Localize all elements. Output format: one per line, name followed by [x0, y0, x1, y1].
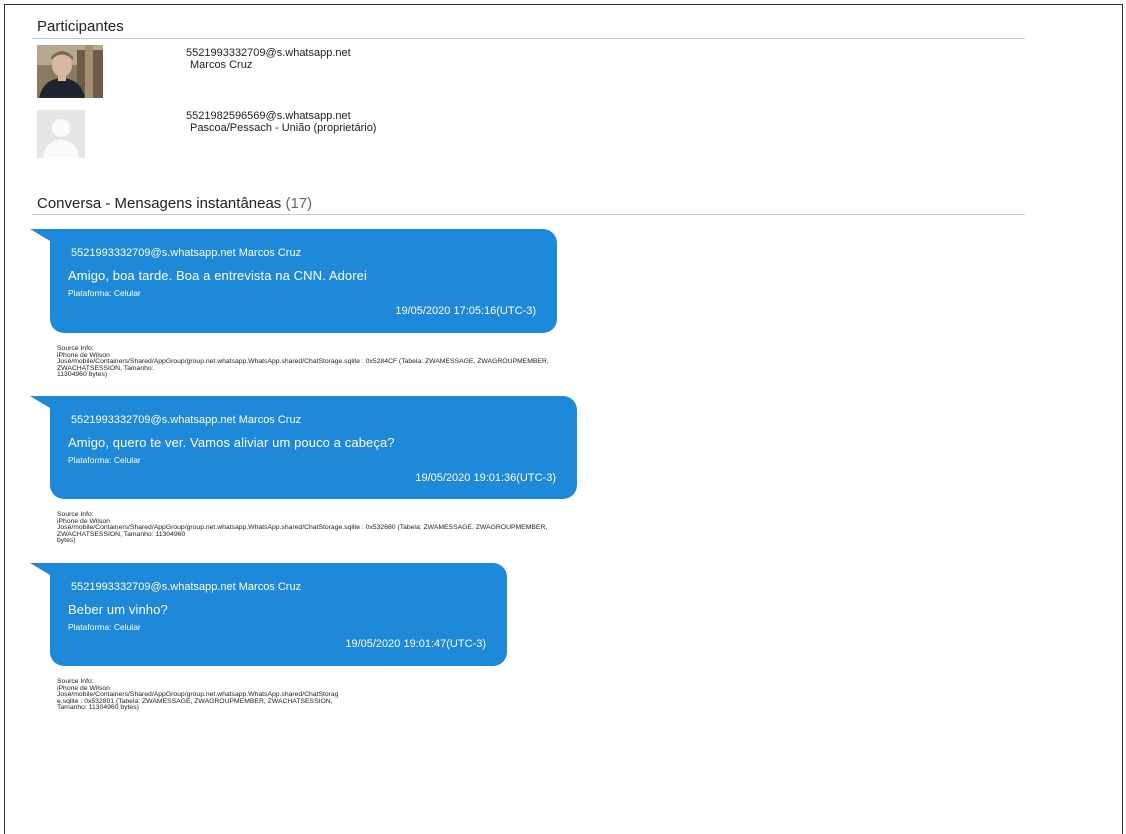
participants-divider [33, 38, 1025, 39]
participant-1-info: 5521993332709@s.whatsapp.net Marcos Cruz [186, 47, 351, 71]
message-sender: 5521993332709@s.whatsapp.net Marcos Cruz [71, 247, 302, 259]
message-bubble: 5521993332709@s.whatsapp.net Marcos Cruz… [30, 229, 557, 333]
message-source-info: Source Info: iPhone de Wilson José/mobil… [57, 678, 339, 712]
bubble-tail [30, 229, 50, 241]
participant-2-name: Pascoa/Pessach - União (proprietário) [190, 122, 377, 134]
message-sender: 5521993332709@s.whatsapp.net Marcos Cruz [71, 414, 302, 426]
message-bubble: 5521993332709@s.whatsapp.net Marcos Cruz… [30, 396, 577, 499]
message-text: Amigo, boa tarde. Boa a entrevista na CN… [68, 268, 368, 283]
participant-2-id: 5521982596569@s.whatsapp.net [186, 110, 351, 122]
message-text: Amigo, quero te ver. Vamos aliviar um po… [68, 435, 395, 450]
participant-1-id: 5521993332709@s.whatsapp.net [186, 47, 351, 59]
participants-title: Participantes [37, 18, 124, 35]
message-platform: Plataforma: Celular [68, 622, 141, 632]
message-sender: 5521993332709@s.whatsapp.net Marcos Cruz [71, 581, 302, 593]
bubble-tail [30, 563, 50, 575]
message-platform: Plataforma: Celular [68, 288, 141, 298]
message-timestamp: 19/05/2020 19:01:47(UTC-3) [345, 638, 486, 650]
message-text: Beber um vinho? [68, 602, 168, 617]
default-user-icon [37, 110, 85, 158]
message-bubble: 5521993332709@s.whatsapp.net Marcos Cruz… [30, 563, 507, 666]
message-platform: Plataforma: Celular [68, 455, 141, 465]
conversation-title-text: Conversa - Mensagens instantâneas [37, 195, 282, 212]
participant-1-name: Marcos Cruz [190, 59, 253, 71]
message-count: (17) [285, 195, 313, 212]
photo-avatar-icon [37, 45, 103, 98]
participant-photo-avatar [37, 45, 103, 98]
conversation-title: Conversa - Mensagens instantâneas (17) [37, 195, 312, 212]
bubble-tail [30, 396, 50, 408]
message-source-info: Source Info: iPhone de Wilson José/mobil… [57, 345, 549, 379]
message-timestamp: 19/05/2020 17:05:16(UTC-3) [395, 305, 536, 317]
participant-2-info: 5521982596569@s.whatsapp.net Pascoa/Pess… [186, 110, 376, 134]
message-timestamp: 19/05/2020 19:01:36(UTC-3) [415, 472, 556, 484]
message-source-info: Source Info: iPhone de Wilson José/mobil… [57, 511, 548, 545]
conversation-divider [33, 214, 1025, 215]
participant-default-avatar [37, 110, 85, 158]
